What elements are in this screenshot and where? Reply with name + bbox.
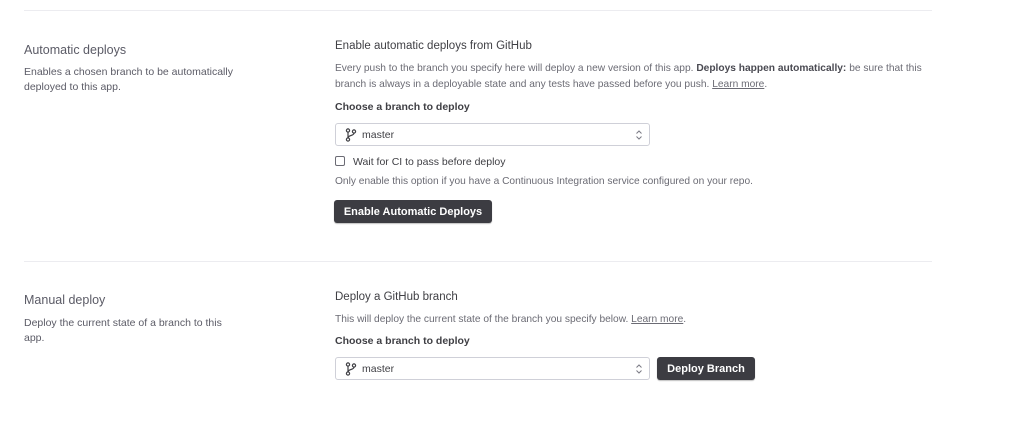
manual-deploy-explanation: This will deploy the current state of th… [335, 312, 925, 328]
manual-deploy-description: Deploy the current state of a branch to … [24, 317, 222, 344]
period: . [683, 314, 687, 325]
wait-for-ci-checkbox[interactable] [335, 156, 345, 166]
manual-deploy-heading: Deploy a GitHub branch [335, 291, 458, 303]
git-branch-icon [344, 361, 358, 376]
auto-learn-more-link[interactable]: Learn more [712, 79, 764, 90]
manual-deploy-explanation-lead: This will deploy the current state of th… [335, 314, 629, 325]
auto-branch-select[interactable]: master [335, 123, 650, 146]
wait-for-ci-label: Wait for CI to pass before deploy [353, 156, 506, 168]
select-chevron-icon [635, 363, 643, 375]
section-divider [24, 261, 932, 262]
top-divider [24, 10, 932, 11]
manual-branch-select[interactable]: master [335, 357, 650, 380]
manual-deploy-title: Manual deploy [24, 293, 106, 307]
manual-learn-more-link[interactable]: Learn more [631, 314, 683, 325]
automatic-deploys-title: Automatic deploys [24, 43, 127, 57]
automatic-deploys-description: Enables a chosen branch to be automatica… [24, 66, 233, 93]
auto-branch-label: Choose a branch to deploy [335, 101, 470, 113]
auto-deploy-explanation: Every push to the branch you specify her… [335, 61, 925, 92]
manual-branch-value: master [362, 362, 395, 375]
enable-automatic-deploys-button[interactable]: Enable Automatic Deploys [334, 200, 492, 223]
select-chevron-icon [635, 129, 643, 141]
deploy-branch-button[interactable]: Deploy Branch [657, 357, 755, 380]
git-branch-icon [344, 127, 358, 142]
auto-deploy-heading: Enable automatic deploys from GitHub [335, 40, 532, 52]
auto-deploy-explanation-lead: Every push to the branch you specify her… [335, 63, 694, 74]
auto-branch-value: master [362, 128, 395, 141]
manual-branch-label: Choose a branch to deploy [335, 335, 470, 347]
ci-hint-text: Only enable this option if you have a Co… [335, 176, 753, 187]
auto-deploy-explanation-bold: Deploys happen automatically: [696, 63, 847, 74]
wait-for-ci-row[interactable]: Wait for CI to pass before deploy [335, 156, 506, 168]
period: . [764, 78, 768, 90]
